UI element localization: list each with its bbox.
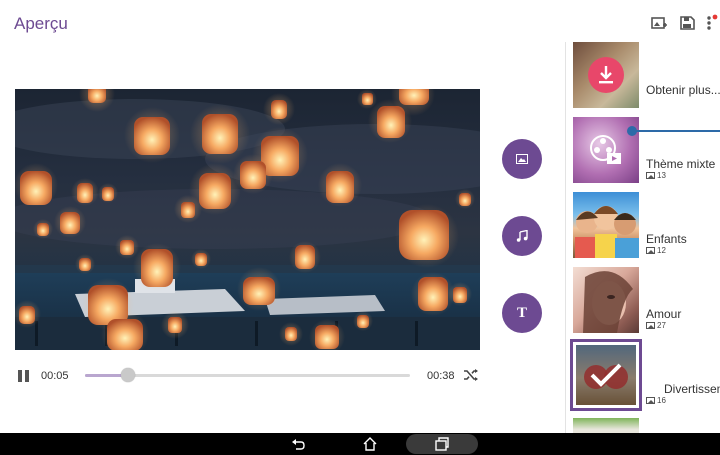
theme-thumbnail-get-more [573, 42, 639, 108]
add-to-gallery-icon[interactable] [650, 14, 668, 32]
image-icon [516, 154, 528, 164]
theme-item-get-more[interactable]: Obtenir plus... [566, 41, 720, 116]
theme-name: Divertissement [664, 382, 720, 396]
download-icon [588, 57, 624, 93]
theme-item-mixed[interactable]: Thème mixte 13 [566, 116, 720, 191]
add-text-button[interactable]: T [502, 293, 542, 333]
theme-count: 13 [646, 171, 666, 180]
theme-count: 27 [646, 321, 666, 330]
pause-button[interactable] [17, 369, 31, 383]
video-preview[interactable] [15, 89, 480, 350]
app-window: Aperçu 00:05 00:38 T Obtenir plus... Thè… [0, 0, 720, 455]
recent-apps-icon[interactable] [434, 436, 450, 452]
theme-item-children[interactable]: Enfants 12 [566, 191, 720, 266]
system-nav-bar [0, 433, 720, 455]
theme-count: 16 [646, 396, 666, 405]
music-icon [516, 230, 528, 242]
current-time: 00:05 [41, 370, 69, 382]
seek-thumb[interactable] [121, 368, 135, 382]
photo-count-icon [646, 322, 655, 329]
add-music-button[interactable] [502, 216, 542, 256]
theme-count: 12 [646, 246, 666, 255]
back-icon[interactable] [290, 436, 306, 452]
home-icon[interactable] [362, 436, 378, 452]
add-image-button[interactable] [502, 139, 542, 179]
photo-count-icon [646, 397, 655, 404]
movie-reel-icon [589, 134, 623, 171]
photo-count-icon [646, 172, 655, 179]
theme-progress-dot [627, 126, 637, 136]
theme-item-love[interactable]: Amour 27 [566, 266, 720, 341]
theme-thumbnail-entertainment [576, 345, 636, 405]
theme-name: Obtenir plus... [646, 83, 720, 97]
theme-thumbnail-children [573, 192, 639, 258]
top-bar: Aperçu [0, 0, 720, 42]
shuffle-icon[interactable] [463, 368, 479, 382]
photo-count-icon [646, 247, 655, 254]
total-time: 00:38 [427, 370, 455, 382]
theme-item-entertainment[interactable]: Divertissement 16 [566, 339, 720, 414]
save-icon[interactable] [678, 14, 696, 32]
theme-name: Enfants [646, 232, 687, 246]
theme-thumbnail-partial [573, 418, 639, 433]
text-icon: T [516, 304, 527, 321]
theme-item-partial[interactable] [566, 414, 720, 433]
theme-name: Amour [646, 307, 682, 321]
video-frame-image [15, 89, 480, 350]
more-menu-icon[interactable] [704, 14, 718, 32]
page-title: Aperçu [14, 14, 68, 33]
theme-name: Thème mixte [646, 157, 716, 171]
theme-progress-line [632, 130, 720, 132]
theme-thumbnail-love [573, 267, 639, 333]
